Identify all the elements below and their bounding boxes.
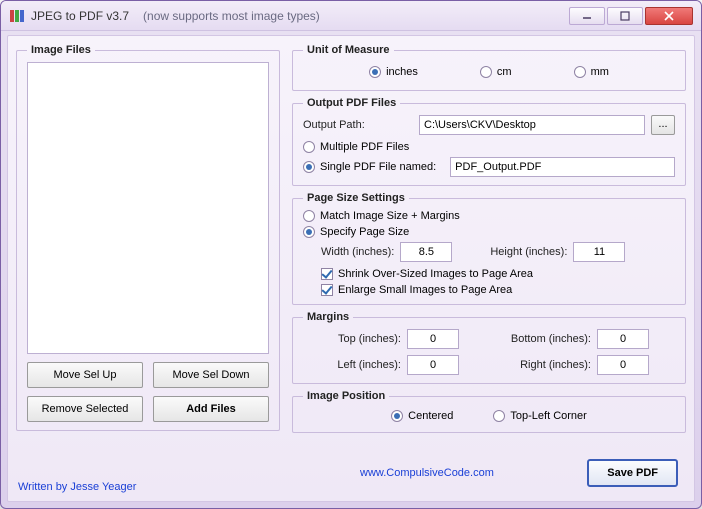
multiple-pdf-radio[interactable]: Multiple PDF Files — [303, 141, 409, 153]
specify-size-radio[interactable]: Specify Page Size — [303, 226, 409, 238]
move-sel-down-button[interactable]: Move Sel Down — [153, 362, 269, 388]
margin-right-label: Right (inches): — [491, 359, 591, 371]
minimize-button[interactable] — [569, 7, 605, 25]
unit-mm-radio[interactable]: mm — [574, 66, 609, 78]
margin-top-label: Top (inches): — [321, 333, 401, 345]
website-link[interactable]: www.CompulsiveCode.com — [360, 467, 494, 479]
image-files-listbox[interactable] — [27, 62, 269, 354]
enlarge-checkbox[interactable]: Enlarge Small Images to Page Area — [321, 284, 512, 296]
specify-size-label: Specify Page Size — [320, 226, 409, 238]
single-pdf-filename-input[interactable] — [450, 157, 675, 177]
width-label: Width (inches): — [321, 246, 394, 258]
output-path-label: Output Path: — [303, 119, 413, 131]
enlarge-label: Enlarge Small Images to Page Area — [338, 284, 512, 296]
move-sel-up-button[interactable]: Move Sel Up — [27, 362, 143, 388]
position-topleft-radio[interactable]: Top-Left Corner — [493, 410, 586, 422]
unit-cm-label: cm — [497, 66, 512, 78]
app-window: JPEG to PDF v3.7 (now supports most imag… — [0, 0, 702, 509]
image-position-group: Image Position Centered Top-Left Corner — [292, 390, 686, 433]
unit-cm-radio[interactable]: cm — [480, 66, 512, 78]
margin-top-input[interactable] — [407, 329, 459, 349]
window-subtitle: (now supports most image types) — [143, 9, 320, 23]
match-size-radio[interactable]: Match Image Size + Margins — [303, 210, 460, 222]
save-pdf-button[interactable]: Save PDF — [587, 459, 678, 487]
unit-legend: Unit of Measure — [303, 44, 394, 56]
remove-selected-button[interactable]: Remove Selected — [27, 396, 143, 422]
shrink-label: Shrink Over-Sized Images to Page Area — [338, 268, 533, 280]
match-size-label: Match Image Size + Margins — [320, 210, 460, 222]
window-title: JPEG to PDF v3.7 — [31, 9, 129, 23]
output-path-input[interactable] — [419, 115, 645, 135]
client-area: Image Files Move Sel Up Move Sel Down Re… — [7, 35, 695, 502]
add-files-button[interactable]: Add Files — [153, 396, 269, 422]
margins-legend: Margins — [303, 311, 353, 323]
maximize-button[interactable] — [607, 7, 643, 25]
browse-button[interactable]: ... — [651, 115, 675, 135]
margin-left-input[interactable] — [407, 355, 459, 375]
close-button[interactable] — [645, 7, 693, 25]
output-legend: Output PDF Files — [303, 97, 400, 109]
height-input[interactable] — [573, 242, 625, 262]
margin-bottom-input[interactable] — [597, 329, 649, 349]
single-pdf-radio[interactable]: Single PDF File named: — [303, 161, 436, 173]
titlebar: JPEG to PDF v3.7 (now supports most imag… — [1, 1, 701, 31]
app-icon — [9, 8, 25, 24]
image-files-legend: Image Files — [27, 44, 95, 56]
position-centered-label: Centered — [408, 410, 453, 422]
page-size-legend: Page Size Settings — [303, 192, 409, 204]
position-topleft-label: Top-Left Corner — [510, 410, 586, 422]
width-input[interactable] — [400, 242, 452, 262]
author-link[interactable]: Written by Jesse Yeager — [18, 481, 136, 493]
image-position-legend: Image Position — [303, 390, 389, 402]
output-group: Output PDF Files Output Path: ... Multip… — [292, 97, 686, 186]
unit-inches-radio[interactable]: inches — [369, 66, 418, 78]
margin-bottom-label: Bottom (inches): — [491, 333, 591, 345]
height-label: Height (inches): — [490, 246, 567, 258]
multiple-pdf-label: Multiple PDF Files — [320, 141, 409, 153]
position-centered-radio[interactable]: Centered — [391, 410, 453, 422]
image-files-group: Image Files Move Sel Up Move Sel Down Re… — [16, 44, 280, 431]
shrink-checkbox[interactable]: Shrink Over-Sized Images to Page Area — [321, 268, 533, 280]
footer: www.CompulsiveCode.com Save PDF — [300, 459, 678, 487]
unit-inches-label: inches — [386, 66, 418, 78]
margin-left-label: Left (inches): — [321, 359, 401, 371]
margin-right-input[interactable] — [597, 355, 649, 375]
page-size-group: Page Size Settings Match Image Size + Ma… — [292, 192, 686, 305]
window-controls — [569, 7, 693, 25]
unit-group: Unit of Measure inches cm mm — [292, 44, 686, 91]
margins-group: Margins Top (inches): Bottom (inches): L… — [292, 311, 686, 384]
single-pdf-label: Single PDF File named: — [320, 161, 436, 173]
unit-mm-label: mm — [591, 66, 609, 78]
